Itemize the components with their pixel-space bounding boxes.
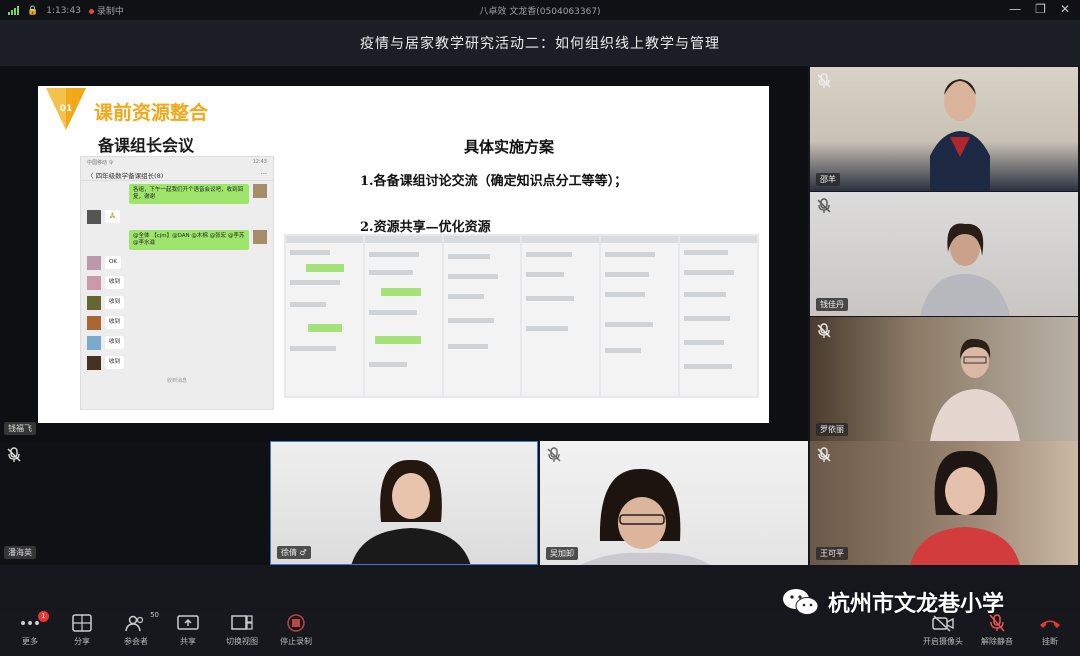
meeting-window: 🔒 1:13:43 录制中 八卓效 文龙香(0504063367) — ❐ ✕ …	[0, 0, 1080, 656]
unmute-button[interactable]: 解除静音	[972, 614, 1022, 647]
more-button[interactable]: 1 更多	[8, 611, 52, 647]
close-icon[interactable]: ✕	[1060, 2, 1070, 16]
people-icon: 50	[125, 611, 159, 632]
avatar	[87, 296, 101, 310]
participant-name: 徐倩 ♂	[277, 546, 311, 559]
hangup-button[interactable]: 挂断	[1028, 614, 1072, 647]
video-tile-empty[interactable]: 潘海英	[0, 441, 270, 565]
chat-screenshot: 中国移动 令 12:43 〈 四年级数学备课组长(8) ··· 各组，下午一起我们开…	[80, 156, 274, 410]
notification-badge: 1	[38, 611, 49, 622]
participant-name: 潘海英	[4, 546, 36, 559]
chat-panel	[364, 236, 442, 396]
phone-hangup-icon	[1039, 614, 1061, 632]
speaker-tag: 钱福飞	[4, 422, 36, 435]
video-tile[interactable]: 邵羊	[810, 67, 1078, 191]
chat-message: 收到	[105, 276, 125, 289]
share-screen-button[interactable]: 共享	[166, 614, 210, 647]
participant-count: 50	[150, 611, 159, 619]
avatar	[87, 276, 101, 290]
chat-message: 收到	[105, 336, 125, 349]
presentation-slide: 01 课前资源整合 备课组长会议 具体实施方案 1.各备课组讨论交流（确定知识点…	[38, 86, 769, 423]
slide-heading: 课前资源整合	[94, 102, 209, 124]
participant-video	[910, 450, 1020, 565]
chat-footer: 收到消息	[166, 378, 187, 384]
chat-message: 各组，下午一起我们开个语音会议吧，收到回复，谢谢	[129, 184, 249, 204]
chat-message: OK	[105, 256, 121, 269]
mic-off-icon	[7, 447, 21, 462]
more-dots-icon: 1	[19, 611, 49, 632]
shared-screen: 01 课前资源整合 备课组长会议 具体实施方案 1.各备课组讨论交流（确定知识点…	[0, 66, 808, 441]
video-tile-active-speaker[interactable]: 徐倩 ♂	[270, 441, 538, 565]
avatar	[87, 336, 101, 350]
participant-name: 钱佳丹	[816, 298, 848, 311]
mic-off-icon	[817, 323, 831, 338]
record-icon	[285, 614, 307, 632]
participant-name: 吴加卸	[546, 547, 578, 560]
participant-video	[930, 79, 990, 191]
participant-name: 王可平	[816, 547, 848, 560]
switch-view-button[interactable]: 切换视图	[220, 614, 264, 647]
resource-screenshots	[284, 234, 759, 398]
participant-name: 邵羊	[816, 173, 840, 186]
stop-recording-button[interactable]: 停止录制	[274, 614, 318, 647]
mic-off-icon	[817, 198, 831, 213]
meeting-title: 疫情与居家教学研究活动二：如何组织线上教学与管理	[360, 36, 720, 52]
plan-item-2: 2.资源共享—优化资源	[360, 220, 491, 235]
chat-title: 〈 四年级数学备课组长(8)	[87, 172, 164, 180]
restore-icon[interactable]: ❐	[1035, 2, 1046, 16]
chat-message: 收到	[105, 296, 125, 309]
chat-message: 🙏	[105, 210, 120, 223]
chat-panel	[286, 236, 363, 396]
share-screen-icon	[177, 614, 199, 632]
layout-icon	[231, 614, 253, 632]
chat-panel	[443, 236, 521, 396]
share-view-button[interactable]: 分享	[60, 614, 104, 647]
wechat-icon	[783, 589, 819, 615]
chat-message: 收到	[105, 316, 125, 329]
section-number: 01	[59, 104, 73, 114]
avatar	[87, 210, 101, 224]
avatar	[87, 316, 101, 330]
video-tile[interactable]: 王可平	[810, 441, 1078, 565]
meeting-id: 八卓效 文龙香(0504063367)	[479, 7, 601, 17]
chat-panel	[680, 236, 757, 396]
participant-name: 罗依丽	[816, 423, 848, 436]
chat-panel	[522, 236, 600, 396]
section-badge: 01	[44, 86, 88, 132]
plan-title: 具体实施方案	[464, 138, 555, 156]
watermark-text: 杭州市文龙巷小学	[828, 592, 1005, 617]
plan-item-1: 1.各备课组讨论交流（确定知识点分工等等）；	[360, 174, 628, 189]
avatar	[253, 230, 267, 244]
avatar	[253, 184, 267, 198]
status-bar: 🔒 1:13:43 录制中 八卓效 文龙香(0504063367) — ❐ ✕	[0, 0, 1080, 20]
avatar	[87, 356, 101, 370]
minimize-icon[interactable]: —	[1009, 2, 1021, 16]
chat-panel	[601, 236, 679, 396]
mic-off-icon	[817, 447, 831, 462]
grid-icon	[71, 614, 93, 632]
slide-subheading: 备课组长会议	[98, 136, 195, 155]
mic-off-icon	[547, 447, 561, 462]
video-tile[interactable]: 罗依丽	[810, 317, 1078, 441]
mic-off-icon	[817, 73, 831, 88]
phone-carrier: 中国移动 令	[87, 160, 114, 166]
phone-time: 12:43	[252, 159, 267, 165]
chat-message: @全体 【cjm】@DAN @木棉 @张宏 @李苏 @李水滋	[129, 230, 249, 250]
title-bar: 疫情与居家教学研究活动二：如何组织线上教学与管理	[0, 20, 1080, 66]
participant-video	[351, 459, 471, 564]
wechat-watermark: 杭州市文龙巷小学	[782, 586, 1004, 618]
participant-video	[580, 468, 710, 565]
more-icon: ···	[260, 170, 267, 178]
camera-button[interactable]: 开启摄像头	[918, 614, 968, 647]
participant-video	[930, 338, 1020, 441]
chat-message: 收到	[105, 356, 125, 369]
participant-video	[920, 223, 1010, 316]
participants-button[interactable]: 50 参会者	[114, 611, 159, 647]
avatar	[87, 256, 101, 270]
video-tile[interactable]: 钱佳丹	[810, 192, 1078, 316]
video-tile[interactable]: 吴加卸	[540, 441, 808, 565]
